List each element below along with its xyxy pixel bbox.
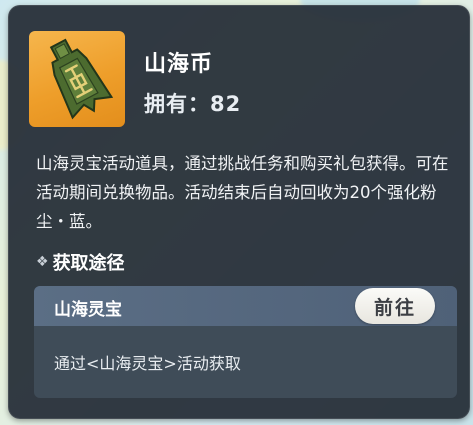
source-name: 山海灵宝: [54, 300, 122, 320]
item-tooltip-panel: 山海币 拥有：82 山海灵宝活动道具，通过挑战任务和购买礼包获得。可在活动期间兑…: [8, 5, 470, 419]
acquisition-source-card: 山海灵宝 前往 通过<山海灵宝>活动获取: [34, 286, 457, 398]
item-name: 山海币: [144, 52, 214, 77]
item-icon: [29, 31, 125, 127]
item-description: 山海灵宝活动道具，通过挑战任务和购买礼包获得。可在活动期间兑换物品。活动结束后自…: [36, 154, 449, 231]
source-header: 山海灵宝 前往: [34, 286, 457, 326]
source-detail: 通过<山海灵宝>活动获取: [54, 354, 241, 373]
ancient-coin-icon: [49, 38, 114, 120]
owned-count-row: 拥有：82: [144, 88, 241, 118]
owned-label: 拥有：: [144, 92, 210, 116]
owned-count: 82: [210, 92, 242, 116]
acquisition-title-text: 获取途径: [52, 253, 125, 274]
go-button[interactable]: 前往: [355, 288, 435, 324]
acquisition-section-title: ❖ 获取途径: [36, 249, 125, 275]
diamond-bullet-icon: ❖: [36, 254, 49, 270]
